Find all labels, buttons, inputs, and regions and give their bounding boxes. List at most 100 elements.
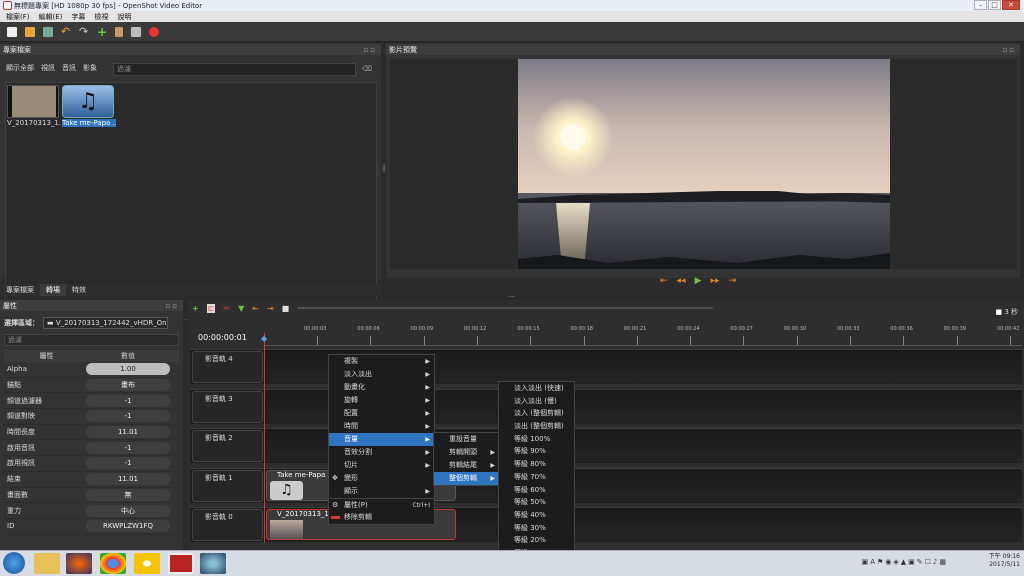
property-value[interactable]: -1 — [86, 394, 170, 407]
property-value[interactable]: RKWPLZW1FQ — [86, 520, 170, 533]
volume-menu-item[interactable]: 剪輯開頭 ▶ — [434, 446, 499, 459]
menu-file[interactable]: 檔案(F) — [6, 12, 30, 22]
level-menu-item[interactable]: 淡入淡出 (快速) — [499, 382, 574, 395]
undo-icon[interactable]: ↶ — [61, 26, 71, 37]
zoom-slider[interactable]: ━━━━━━━━━━━━━━━━━━━━━━━━━━━━━━━━━━━━━━━━… — [297, 305, 712, 312]
filter-show-all[interactable]: 顯示全部 — [6, 63, 34, 73]
property-value[interactable]: -1 — [86, 441, 170, 454]
property-row[interactable]: 啟用視訊 -1 — [4, 456, 179, 472]
dock-buttons-icon[interactable]: ▫▫ — [166, 302, 180, 310]
property-row[interactable]: 錨點 畫布 — [4, 378, 179, 394]
property-value[interactable]: 無 — [86, 488, 170, 501]
menu-item-properties[interactable]: ⚙ 屬性(P) Ctrl+I — [329, 498, 434, 511]
file-item-video[interactable]: V_20170313_1... — [7, 85, 61, 127]
level-menu-item[interactable]: 等級 50% — [499, 496, 574, 509]
close-button[interactable]: ✕ — [1002, 0, 1020, 10]
timeline-track[interactable]: 影音軌 2 — [190, 428, 1022, 463]
property-row[interactable]: 結束 11.01 — [4, 472, 179, 488]
property-row[interactable]: ID RKWPLZW1FQ — [4, 519, 179, 535]
property-value[interactable]: 中心 — [86, 504, 170, 517]
timeline-track[interactable]: 影音軌 0 V_20170313_172 — [190, 507, 1022, 542]
property-value[interactable]: -1 — [86, 457, 170, 470]
menu-item-separate-audio[interactable]: 音效分割 ▶ — [329, 446, 434, 459]
level-menu-item[interactable]: 等級 20% — [499, 534, 574, 547]
play-icon[interactable]: ▶ — [695, 276, 702, 286]
level-menu-item[interactable]: 等級 40% — [499, 509, 574, 522]
playhead-handle[interactable]: ◆ — [261, 334, 267, 343]
save-project-icon[interactable] — [43, 26, 53, 37]
track-label[interactable]: 影音軌 1 — [192, 469, 263, 502]
menu-item-layout[interactable]: 配置 ▶ — [329, 407, 434, 420]
zoom-out-icon[interactable]: ■ — [282, 304, 290, 313]
menu-title[interactable]: 字幕 — [71, 12, 85, 22]
properties-filter-input[interactable]: 過濾 — [4, 334, 179, 346]
file-item-audio[interactable]: ♫ Take me-Papa ... — [62, 85, 116, 127]
volume-menu-item[interactable]: 重設音量 — [434, 433, 499, 446]
add-marker-icon[interactable]: ▼ — [238, 304, 244, 313]
dock-buttons-icon[interactable]: ▫▫ — [364, 46, 378, 54]
previous-marker-icon[interactable]: ⇤ — [252, 304, 259, 313]
menu-item-transform[interactable]: ✥ 變形 — [329, 472, 434, 485]
property-row[interactable]: 畫面數 無 — [4, 488, 179, 504]
track-label[interactable]: 影音軌 2 — [192, 430, 263, 462]
menu-edit[interactable]: 編輯(E) — [39, 12, 63, 22]
property-row[interactable]: 重力 中心 — [4, 503, 179, 519]
rewind-icon[interactable]: ◂◂ — [677, 276, 686, 286]
menu-item-time[interactable]: 時間 ▶ — [329, 420, 434, 433]
menu-item-display[interactable]: 顯示 ▶ — [329, 485, 434, 498]
clear-filter-icon[interactable]: ⌫ — [362, 65, 372, 73]
app-icon[interactable] — [200, 553, 226, 574]
tab-transitions[interactable]: 轉場 — [40, 284, 66, 296]
splitter-handle[interactable]: — — [508, 292, 515, 300]
open-project-icon[interactable] — [25, 26, 35, 37]
minimize-button[interactable]: – — [974, 0, 987, 10]
property-value[interactable]: 畫布 — [86, 379, 170, 392]
property-row[interactable]: 頻道對映 -1 — [4, 409, 179, 425]
snapping-icon[interactable]: ⊏ — [206, 304, 216, 313]
timeline-track[interactable]: 影音軌 3 — [190, 388, 1022, 424]
menu-item-copy[interactable]: 複製 ▶ — [329, 355, 434, 368]
chrome-icon[interactable] — [100, 553, 126, 574]
level-menu-item[interactable]: 等級 30% — [499, 522, 574, 535]
jump-end-icon[interactable]: ⇥ — [729, 276, 737, 286]
volume-menu-item[interactable]: 整個剪輯 ▶ — [434, 472, 499, 485]
level-menu-item[interactable]: 淡出 (整個剪輯) — [499, 420, 574, 433]
media-player-icon[interactable] — [134, 553, 160, 574]
track-label[interactable]: 影音軌 4 — [192, 351, 263, 383]
menu-view[interactable]: 檢視 — [94, 12, 108, 22]
splitter-handle[interactable]: ‖ — [382, 164, 386, 172]
explorer-icon[interactable] — [34, 553, 60, 574]
menu-item-fade[interactable]: 淡入淡出 ▶ — [329, 368, 434, 381]
filter-audio[interactable]: 音訊 — [62, 63, 76, 73]
property-row[interactable]: 時間長度 11.01 — [4, 425, 179, 441]
level-menu-item[interactable]: 等級 60% — [499, 484, 574, 497]
menu-item-slice[interactable]: 切片 ▶ — [329, 459, 434, 472]
razor-icon[interactable]: ✂ — [223, 304, 230, 313]
menu-item-animate[interactable]: 動畫化 ▶ — [329, 381, 434, 394]
firefox-icon[interactable] — [66, 553, 92, 574]
property-value[interactable]: 1.00 — [86, 363, 170, 376]
clock[interactable]: 下午 09:16 2017/5/11 — [989, 553, 1020, 569]
menu-help[interactable]: 說明 — [117, 12, 131, 22]
volume-menu-item[interactable]: 剪輯結尾 ▶ — [434, 459, 499, 472]
level-menu-item[interactable]: 等級 80% — [499, 458, 574, 471]
tab-project-files[interactable]: 專案檔案 — [0, 284, 40, 296]
menu-item-rotate[interactable]: 旋轉 ▶ — [329, 394, 434, 407]
level-menu-item[interactable]: 淡入淡出 (慢) — [499, 395, 574, 408]
tab-effects[interactable]: 特效 — [66, 284, 92, 296]
property-value[interactable]: -1 — [86, 410, 170, 423]
new-project-icon[interactable] — [7, 26, 17, 37]
system-tray-icons[interactable]: ▣A⚑◉◈▲▣✎☐♪▦ — [862, 558, 948, 566]
level-menu-item[interactable]: 等級 90% — [499, 445, 574, 458]
property-row[interactable]: 啟用音訊 -1 — [4, 440, 179, 457]
track-label[interactable]: 影音軌 3 — [192, 390, 263, 423]
redo-icon[interactable]: ↷ — [79, 26, 89, 37]
profile-icon[interactable] — [115, 26, 123, 37]
property-value[interactable]: 11.01 — [86, 473, 170, 486]
property-row[interactable]: 頻道過濾器 -1 — [4, 393, 179, 410]
start-button[interactable] — [3, 552, 25, 574]
menu-item-remove-clip[interactable]: 移除剪輯 — [329, 511, 434, 524]
fullscreen-icon[interactable] — [131, 26, 141, 37]
timeline-ruler[interactable]: 00:00:03 00:00:06 00:00:09 00:00:12 00:00:15… — [264, 324, 1022, 346]
add-track-icon[interactable]: + — [192, 304, 199, 313]
